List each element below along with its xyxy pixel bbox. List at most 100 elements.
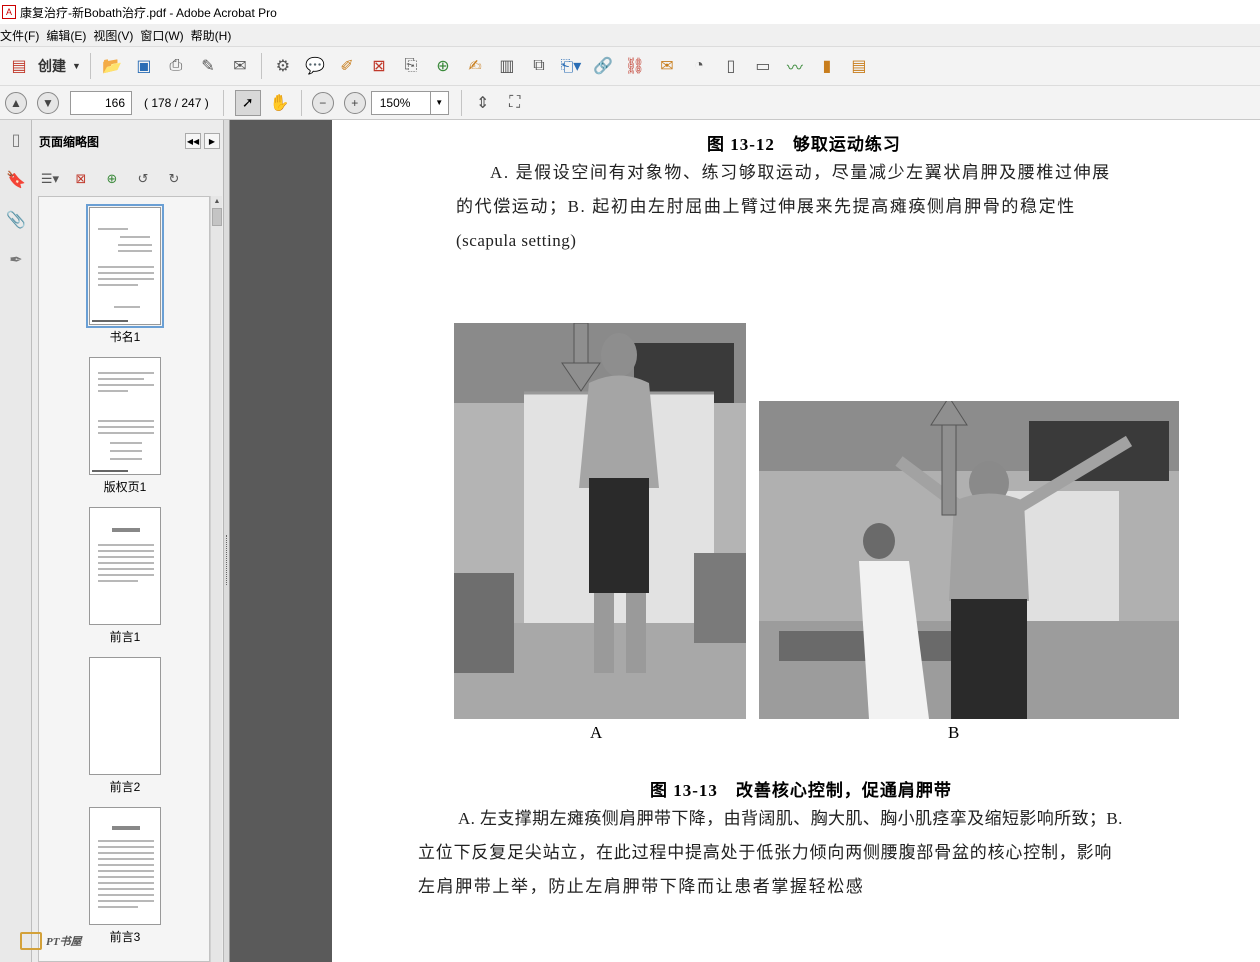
rotate-counterclockwise-icon[interactable]: ↺ xyxy=(131,168,155,190)
thumbnail-item[interactable]: 版权页1 xyxy=(39,357,209,495)
plus-icon: + xyxy=(351,95,359,110)
open-folder-icon[interactable]: 📂 xyxy=(99,53,125,79)
window-title: 康复治疗-新Bobath治疗.pdf - Adobe Acrobat Pro xyxy=(20,5,277,20)
options-menu-icon[interactable]: ☰▾ xyxy=(38,168,62,190)
thumbnail-page-image xyxy=(89,807,161,925)
email-icon[interactable]: ✉ xyxy=(227,53,253,79)
toolbar-separator xyxy=(300,89,302,116)
previous-page-button[interactable]: ▲ xyxy=(5,91,27,114)
menu-view[interactable]: 视图(V) xyxy=(93,27,140,44)
zoom-out-button[interactable]: − xyxy=(311,91,334,114)
fit-page-icon[interactable]: ⛶ xyxy=(502,90,528,116)
create-label: 创建 xyxy=(38,58,66,74)
thumbnail-label: 前言1 xyxy=(109,630,141,644)
photo-b-illustration xyxy=(759,401,1179,719)
photo-b-label: B xyxy=(948,723,960,742)
document-viewer[interactable]: 图 13-12 够取运动练习 A. 是假设空间有对象物、练习够取运动，尽量减少左… xyxy=(230,120,1260,962)
scrollbar-thumb[interactable] xyxy=(212,208,222,226)
split-document-icon[interactable]: ▥ xyxy=(494,53,520,79)
text-line: 左肩胛带上举，防止左肩胛带下降而让患者掌握轻松感 xyxy=(418,877,865,896)
sign-icon[interactable]: 〰 xyxy=(782,53,808,79)
page-thumbnails-icon[interactable]: ▯ xyxy=(0,120,32,160)
zoom-dropdown-button[interactable]: ▼ xyxy=(430,90,449,115)
export-dropdown-icon[interactable]: ⎗▾ xyxy=(558,53,584,79)
settings-gear-icon[interactable]: ⚙ xyxy=(270,53,296,79)
menu-bar: 文件(F) 编辑(E) 视图(V) 窗口(W) 帮助(H) xyxy=(0,24,1260,46)
print-icon[interactable]: ⎙ xyxy=(163,53,189,79)
thumbnail-list[interactable]: 书名1 版权页1 前言1 前言2 前言3 xyxy=(38,196,210,962)
signatures-icon[interactable]: ✒ xyxy=(0,240,32,280)
thumbnail-label: 前言2 xyxy=(109,780,141,794)
bookmark-icon[interactable]: 🔖 xyxy=(0,160,32,200)
scroll-up-arrow-icon[interactable]: ▲ xyxy=(211,196,223,208)
next-page-button[interactable]: ▼ xyxy=(37,91,59,114)
unlink-icon[interactable]: ⛓ xyxy=(622,53,648,79)
save-icon[interactable]: ▣ xyxy=(131,53,157,79)
watermark-text: PT书屋 xyxy=(46,936,82,948)
edit-document-icon[interactable]: ✎ xyxy=(195,53,221,79)
comment-icon[interactable]: 💬 xyxy=(302,53,328,79)
splitter-grip xyxy=(226,535,228,585)
expand-panel-button[interactable]: ▶ xyxy=(204,133,220,149)
page-thumbnails-panel: 页面缩略图 ◀◀ ▶ ☰▾ ⊠ ⊕ ↺ ↻ 书名1 版权页1 前言1 前言2 前… xyxy=(32,120,224,962)
panel-toolbar: ☰▾ ⊠ ⊕ ↺ ↻ xyxy=(32,162,223,196)
extract-page-icon[interactable]: ⎘ xyxy=(398,53,424,79)
thumbnail-scrollbar[interactable]: ▲ xyxy=(210,196,222,962)
text-line: (scapula setting) xyxy=(456,231,577,250)
main-toolbar: ▤ 创建 ▼ 📂 ▣ ⎙ ✎ ✉ ⚙ 💬 ✐ ⊠ ⎘ ⊕ ✍ ▥ ⧉ ⎗▾ 🔗 … xyxy=(0,46,1260,86)
photo-a-label: A xyxy=(590,723,603,742)
title-bar: A 康复治疗-新Bobath治疗.pdf - Adobe Acrobat Pro xyxy=(0,0,1260,24)
text-line: A. 是假设空间有对象物、练习够取运动，尽量减少左翼状肩胛及腰椎过伸展 xyxy=(490,163,1111,182)
thumbnail-label: 前言3 xyxy=(109,930,141,944)
book-logo-icon xyxy=(20,932,42,950)
insert-pages-icon[interactable]: ⊕ xyxy=(100,168,124,190)
form-field-icon[interactable]: ▭ xyxy=(750,53,776,79)
select-tool-button[interactable]: ➚ xyxy=(234,89,261,116)
create-button[interactable]: ▤ 创建 ▼ xyxy=(2,52,85,80)
menu-edit[interactable]: 编辑(E) xyxy=(46,27,93,44)
link-icon[interactable]: 🔗 xyxy=(590,53,616,79)
watermark-logo: PT书屋 xyxy=(20,932,81,950)
thumbnail-item[interactable]: 前言2 xyxy=(39,657,209,795)
highlight-icon[interactable]: ✐ xyxy=(334,53,360,79)
menu-help[interactable]: 帮助(H) xyxy=(191,27,239,44)
create-pdf-icon: ▤ xyxy=(11,58,27,75)
navigation-toolbar: ▲ ▼ 166 ( 178 / 247 ) ➚ ✋ − + 150% ▼ ⇕ ⛶ xyxy=(0,86,1260,120)
menu-file[interactable]: 文件(F) xyxy=(0,27,46,44)
page-count: ( 178 / 247 ) xyxy=(144,95,209,110)
delete-pages-icon[interactable]: ⊠ xyxy=(69,168,93,190)
scrolling-mode-icon[interactable]: ⇕ xyxy=(470,90,496,116)
thumbnail-page-image xyxy=(89,507,161,625)
insert-page-icon[interactable]: ⊕ xyxy=(430,53,456,79)
rotate-clockwise-icon[interactable]: ↻ xyxy=(162,168,186,190)
edit-text-icon[interactable]: ✍ xyxy=(462,53,488,79)
stamp-icon[interactable]: ✉ xyxy=(654,53,680,79)
figure-caption-13-13: 图 13-13 改善核心控制，促通肩胛带 xyxy=(650,781,952,800)
thumbnail-page-image xyxy=(89,357,161,475)
hand-tool-button[interactable]: ✋ xyxy=(267,90,293,116)
combine-files-icon[interactable]: ⧉ xyxy=(526,53,552,79)
thumbnail-page-image xyxy=(89,657,161,775)
double-chevron-left-icon: ◀◀ xyxy=(186,136,200,146)
cursor-arrow-icon: ➚ xyxy=(241,94,254,110)
notes-icon[interactable]: ▤ xyxy=(846,53,872,79)
text-line: 的代偿运动；B. 起初由左肘屈曲上臂过伸展来先提高瘫痪侧肩胛骨的稳定性 xyxy=(456,197,1076,216)
thumbnail-item[interactable]: 前言3 xyxy=(39,807,209,945)
blank-page-icon[interactable]: ▯ xyxy=(718,53,744,79)
attachment-paperclip-icon[interactable]: 📎 xyxy=(0,200,32,240)
collapse-panel-button[interactable]: ◀◀ xyxy=(185,133,201,149)
book-icon[interactable]: ▮ xyxy=(814,53,840,79)
page-number-input[interactable]: 166 xyxy=(70,90,132,115)
zoom-level-input[interactable]: 150% xyxy=(370,90,431,115)
paragraph-figure-13-13: A. 左支撑期左瘫痪侧肩胛带下降，由背阔肌、胸大肌、胸小肌痉挛及缩短影响所致；B… xyxy=(418,802,1218,904)
delete-page-icon[interactable]: ⊠ xyxy=(366,53,392,79)
thumbnail-item[interactable]: 书名1 xyxy=(39,204,209,345)
thumbnail-page-image xyxy=(86,204,164,328)
minus-icon: − xyxy=(319,95,327,110)
toolbar-separator xyxy=(260,53,262,79)
page-clock-icon[interactable]: ◔ xyxy=(686,53,712,79)
thumbnail-label: 书名1 xyxy=(109,330,141,344)
thumbnail-item[interactable]: 前言1 xyxy=(39,507,209,645)
menu-window[interactable]: 窗口(W) xyxy=(140,27,190,44)
zoom-in-button[interactable]: + xyxy=(343,91,366,114)
